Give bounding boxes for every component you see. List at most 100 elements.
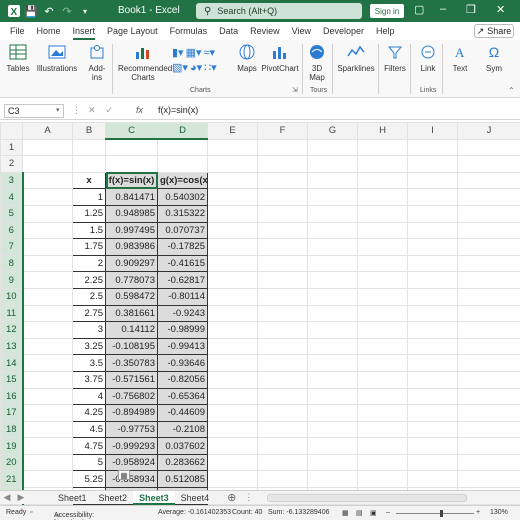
cell-d3[interactable]: g(x)=cos(x) [157, 171, 208, 190]
cell-g9[interactable] [307, 271, 358, 289]
row-header[interactable]: 18 [0, 420, 24, 439]
cell-e17[interactable] [207, 404, 258, 422]
cell-g14[interactable] [307, 354, 358, 372]
column-header-j[interactable]: J [457, 122, 520, 140]
cell-g19[interactable] [307, 437, 358, 455]
cell-i14[interactable] [407, 354, 458, 372]
zoom-slider-thumb[interactable] [440, 510, 443, 517]
customize-qat-icon[interactable]: ▾ [76, 7, 94, 16]
cell-b3[interactable]: x [72, 171, 106, 190]
cell-f6[interactable] [257, 221, 308, 240]
cell-b9[interactable]: 2.25 [72, 271, 106, 289]
cell-g7[interactable] [307, 238, 358, 256]
cell-i8[interactable] [407, 254, 458, 273]
cell-a8[interactable] [22, 254, 73, 273]
cell-i21[interactable] [407, 470, 458, 489]
row-header[interactable]: 14 [0, 354, 24, 372]
cell-i11[interactable] [407, 304, 458, 323]
sheet-tab-2[interactable]: Sheet2 [93, 491, 134, 505]
column-chart-icon[interactable]: ▮▾ [172, 46, 184, 59]
cell-e18[interactable] [207, 420, 258, 439]
cell-a14[interactable] [22, 354, 73, 372]
cell-h20[interactable] [357, 453, 408, 472]
column-header-d[interactable]: D [157, 122, 208, 141]
cell-h9[interactable] [357, 271, 408, 289]
cell-c4[interactable]: 0.841471 [105, 188, 158, 206]
cell-h2[interactable] [357, 155, 408, 173]
cell-e4[interactable] [207, 188, 258, 206]
cell-f15[interactable] [257, 370, 308, 389]
cell-h11[interactable] [357, 304, 408, 323]
name-box-dropdown-icon[interactable]: ▾ [56, 106, 60, 114]
cell-b19[interactable]: 4.75 [72, 437, 106, 455]
maps-button[interactable]: Maps [236, 42, 258, 73]
cell-b17[interactable]: 4.25 [72, 404, 106, 422]
cell-c15[interactable]: -0.571561 [105, 370, 158, 389]
cell-d14[interactable]: -0.93646 [157, 354, 208, 372]
cell-j19[interactable] [457, 437, 520, 455]
cell-c6[interactable]: 0.997495 [105, 221, 158, 240]
cell-a21[interactable] [22, 470, 73, 489]
cell-e13[interactable] [207, 337, 258, 356]
cell-b4[interactable]: 1 [72, 188, 106, 206]
cell-g16[interactable] [307, 387, 358, 406]
cell-i6[interactable] [407, 221, 458, 240]
cell-b16[interactable]: 4 [72, 387, 106, 406]
cell-e16[interactable] [207, 387, 258, 406]
cell-g20[interactable] [307, 453, 358, 472]
cell-j17[interactable] [457, 404, 520, 422]
cell-a11[interactable] [22, 304, 73, 323]
cell-i19[interactable] [407, 437, 458, 455]
add-sheet-icon[interactable]: ⊕ [227, 491, 236, 504]
cell-a1[interactable] [22, 138, 73, 157]
cell-d13[interactable]: -0.99413 [157, 337, 208, 356]
row-header[interactable]: 17 [0, 404, 24, 422]
zoom-level[interactable]: 130% [490, 509, 508, 516]
minimize-button[interactable]: – [440, 3, 446, 15]
cell-j7[interactable] [457, 238, 520, 256]
cell-h14[interactable] [357, 354, 408, 372]
cell-e19[interactable] [207, 437, 258, 455]
row-header[interactable]: 3 [0, 171, 24, 190]
cell-c21[interactable]: -0.858934 [105, 470, 158, 489]
macro-record-icon[interactable]: ▫ [30, 509, 32, 516]
cell-b1[interactable] [72, 138, 106, 157]
cell-f2[interactable] [257, 155, 308, 173]
sparklines-button[interactable]: Sparklines [336, 42, 376, 73]
cell-i4[interactable] [407, 188, 458, 206]
cell-c8[interactable]: 0.909297 [105, 254, 158, 273]
cell-i20[interactable] [407, 453, 458, 472]
cell-b6[interactable]: 1.5 [72, 221, 106, 240]
cell-a2[interactable] [22, 155, 73, 173]
next-sheet-icon[interactable]: ▶ [14, 492, 28, 503]
cell-g13[interactable] [307, 337, 358, 356]
cell-e15[interactable] [207, 370, 258, 389]
cell-c16[interactable]: -0.756802 [105, 387, 158, 406]
3d-map-button[interactable]: 3D Map [306, 42, 328, 82]
cell-b12[interactable]: 3 [72, 321, 106, 339]
save-icon[interactable]: 💾 [22, 5, 40, 18]
cell-c2[interactable] [105, 155, 158, 173]
column-header-e[interactable]: E [207, 122, 258, 140]
cell-g1[interactable] [307, 138, 358, 157]
cell-i16[interactable] [407, 387, 458, 406]
insert-function-icon[interactable]: fx [136, 105, 143, 115]
cell-b18[interactable]: 4.5 [72, 420, 106, 439]
column-header-f[interactable]: F [257, 122, 308, 140]
cell-f9[interactable] [257, 271, 308, 289]
cell-i10[interactable] [407, 287, 458, 306]
tab-page-layout[interactable]: Page Layout [101, 22, 164, 40]
cell-j2[interactable] [457, 155, 520, 173]
normal-view-icon[interactable]: ▦ [342, 509, 349, 517]
cell-a20[interactable] [22, 453, 73, 472]
column-header-h[interactable]: H [357, 122, 408, 140]
cell-b2[interactable] [72, 155, 106, 173]
tab-file[interactable]: File [0, 22, 31, 40]
row-header[interactable]: 9 [0, 271, 24, 289]
link-button[interactable]: Link [416, 42, 440, 73]
cell-f12[interactable] [257, 321, 308, 339]
cell-a3[interactable] [22, 171, 73, 190]
cell-g5[interactable] [307, 204, 358, 223]
symbols-button[interactable]: Ω Sym [480, 42, 508, 73]
cell-d6[interactable]: 0.070737 [157, 221, 208, 240]
